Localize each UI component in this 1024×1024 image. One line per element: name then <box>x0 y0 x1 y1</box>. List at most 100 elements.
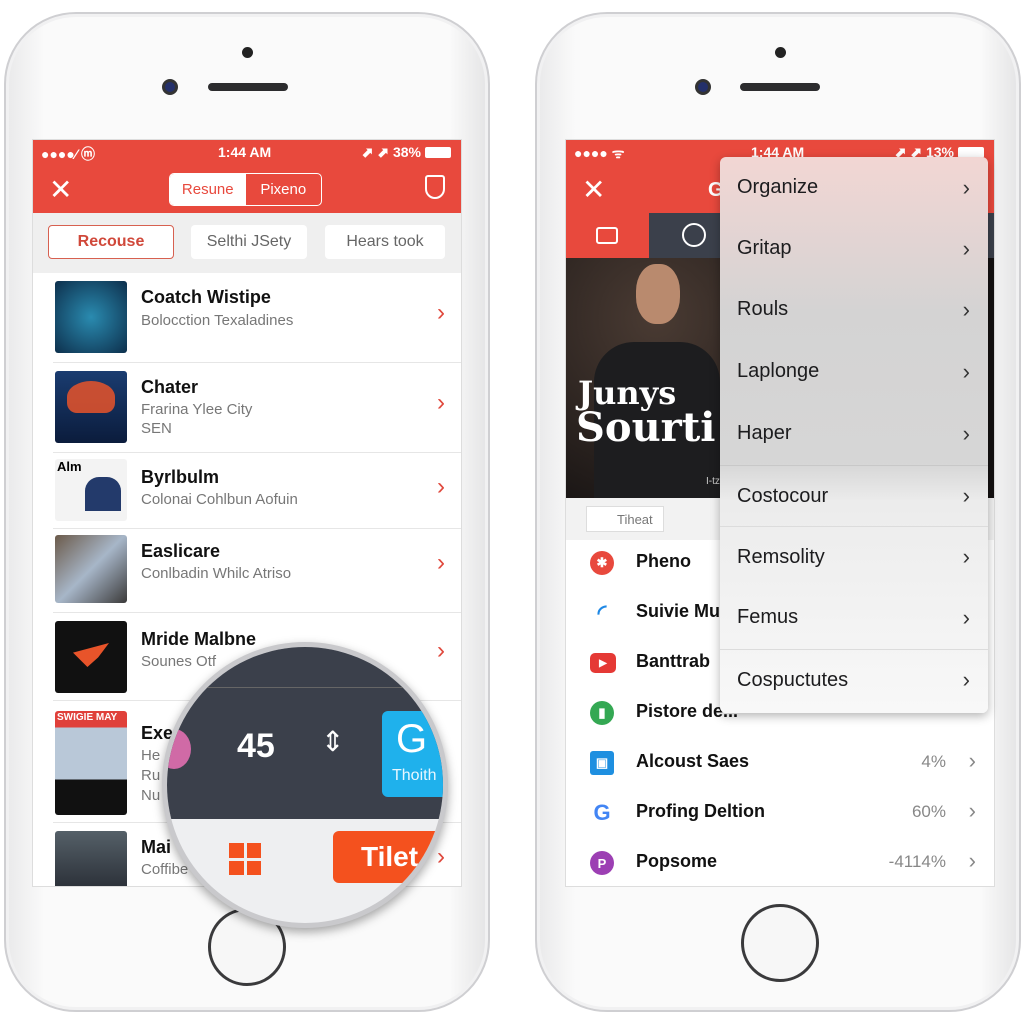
chevron-right-icon: › <box>962 420 970 446</box>
item-title: Pheno <box>636 551 692 571</box>
front-camera <box>695 79 711 95</box>
thumbnail <box>55 831 127 886</box>
menu-item-gritap[interactable]: Gritap › <box>720 218 988 279</box>
share-icon[interactable] <box>425 175 445 199</box>
item-title: Chater <box>141 377 199 397</box>
item-title: Banttrab <box>636 651 711 671</box>
menu-item-femus[interactable]: Femus › <box>720 587 988 648</box>
menu-item-costocour[interactable]: Costocour › <box>720 465 988 526</box>
battery-percent: ⬈ ⬈ 38% <box>361 144 421 160</box>
item-title: Coatch Wistipe <box>141 287 271 307</box>
chevron-right-icon: › <box>962 544 970 569</box>
thumbnail <box>55 281 127 353</box>
close-icon[interactable]: ✕ <box>582 173 605 206</box>
sensor <box>242 47 253 58</box>
list-item[interactable]: Coatch Wistipe Bolocction Texaladines › <box>53 275 461 363</box>
sensor <box>775 47 786 58</box>
segment-pixeno[interactable]: Pixeno <box>246 174 322 205</box>
close-icon[interactable]: ✕ <box>49 173 72 206</box>
pinterest-icon: P <box>590 851 614 875</box>
filter-recouse[interactable]: Recouse <box>48 225 174 259</box>
signal-icon: ●●●● ᯤ <box>574 145 625 161</box>
earpiece-speaker <box>740 83 820 91</box>
tile-label: Thoith <box>392 767 437 784</box>
photo-icon <box>596 227 618 244</box>
menu-item-laplonge[interactable]: Laplonge › <box>720 341 988 402</box>
filter-hears[interactable]: Hears took <box>325 225 445 259</box>
item-title: Popsome <box>636 851 718 871</box>
item-title: Easlicare <box>141 541 221 561</box>
menu-item-remsolity[interactable]: Remsolity › <box>720 526 988 587</box>
item-subtitle: Bolocction Texaladines <box>141 312 294 329</box>
item-title: Mai <box>141 837 172 857</box>
item-value: 4% <box>921 752 946 771</box>
list-item[interactable]: Chater Frarina Ylee City SEN › <box>53 363 461 453</box>
filter-bar: Recouse Selthi JSety Hears took <box>33 213 461 273</box>
front-camera <box>162 79 178 95</box>
thumbnail <box>55 371 127 443</box>
chevron-right-icon: › <box>437 389 445 416</box>
thumbnail: SWIGIE MAY <box>55 711 127 815</box>
thumbnail: Alm <box>55 459 127 521</box>
home-button[interactable] <box>741 904 819 982</box>
list-item[interactable]: Easlicare Conlbadin Whilc Atriso › <box>53 529 461 613</box>
chevron-right-icon: › <box>962 604 970 630</box>
menu-item-cospuctutes[interactable]: Cospuctutes › <box>720 649 988 710</box>
tile-letter: G <box>396 717 428 761</box>
briefcase-icon: ▣ <box>590 751 614 775</box>
chevron-right-icon: › <box>968 848 976 873</box>
earpiece-speaker <box>208 83 288 91</box>
item-subtitle-3: Nu <box>141 787 161 804</box>
item-subtitle: Frarina Ylee City <box>141 401 253 418</box>
asterisk-icon: ✱ <box>590 551 614 575</box>
item-title: Byrlbulm <box>141 467 220 487</box>
filter-selthi[interactable]: Selthi JSety <box>191 225 307 259</box>
chevron-right-icon: › <box>962 483 970 508</box>
menu-item-rouls[interactable]: Rouls › <box>720 279 988 340</box>
tilet-button[interactable]: Tilet <box>333 831 443 883</box>
chevron-right-icon: › <box>437 299 445 326</box>
app-tile[interactable]: G Thoith <box>382 711 443 797</box>
chevron-right-icon: › <box>968 798 976 823</box>
segmented-control: Resune Pixeno <box>169 173 322 206</box>
item-subtitle: Colonai Cohlbun Aofuin <box>141 491 298 508</box>
chevron-right-icon: › <box>962 667 970 692</box>
arc-icon: ◜ <box>597 600 607 625</box>
tab-circle-icon[interactable] <box>682 223 706 247</box>
item-subtitle-2: SEN <box>141 420 172 437</box>
hero-caption: I-tz <box>706 476 720 487</box>
nav-bar: ✕ Resune Pixeno <box>33 165 461 213</box>
menu-item-haper[interactable]: Haper › <box>720 403 988 464</box>
status-bar: ●●●●⁄ ⓜ 1:44 AM ⬈ ⬈ 38% <box>33 140 461 165</box>
person-face <box>636 264 680 324</box>
chevron-right-icon: › <box>962 296 970 322</box>
menu-item-organize[interactable]: Organize › <box>720 157 988 218</box>
carrier-signal: ●●●●⁄ ⓜ <box>41 146 96 162</box>
list-item[interactable]: G Profing Deltion 60% › <box>566 788 994 838</box>
item-title: Alcoust Saes <box>636 751 750 771</box>
tab-photo[interactable] <box>566 213 649 258</box>
grid-icon[interactable] <box>229 843 261 875</box>
chip-tiheat[interactable]: Tiheat <box>586 506 664 532</box>
play-icon: ▶ <box>590 653 616 673</box>
sort-arrows-icon[interactable]: ⇕ <box>321 725 344 758</box>
hero-title-2: Sourti <box>576 404 716 451</box>
segment-resune[interactable]: Resune <box>170 174 246 205</box>
list-item[interactable]: P Popsome -4114% › <box>566 838 994 886</box>
item-subtitle: He <box>141 747 161 764</box>
list-item[interactable]: Alm Byrlbulm Colonai Cohlbun Aofuin › <box>53 453 461 529</box>
thumbnail <box>55 535 127 603</box>
magnified-value: 45 <box>237 727 275 765</box>
list-item[interactable]: ▣ Alcoust Saes 4% › <box>566 738 994 788</box>
chevron-right-icon: › <box>437 549 445 576</box>
chevron-right-icon: › <box>968 748 976 773</box>
item-value: 60% <box>911 802 946 821</box>
thumbnail <box>55 621 127 693</box>
battery-icon <box>425 147 451 158</box>
chevron-right-icon: › <box>962 358 970 384</box>
tablet-icon: ▮ <box>590 701 614 725</box>
magnifier-lens: 45 ⇕ G Thoith Tilet <box>162 642 448 928</box>
chevron-right-icon: › <box>437 473 445 500</box>
item-title: Suivie Mu <box>636 601 721 621</box>
dropdown-menu: Organize › Gritap › Rouls › Laplonge › Haper… <box>720 157 988 713</box>
